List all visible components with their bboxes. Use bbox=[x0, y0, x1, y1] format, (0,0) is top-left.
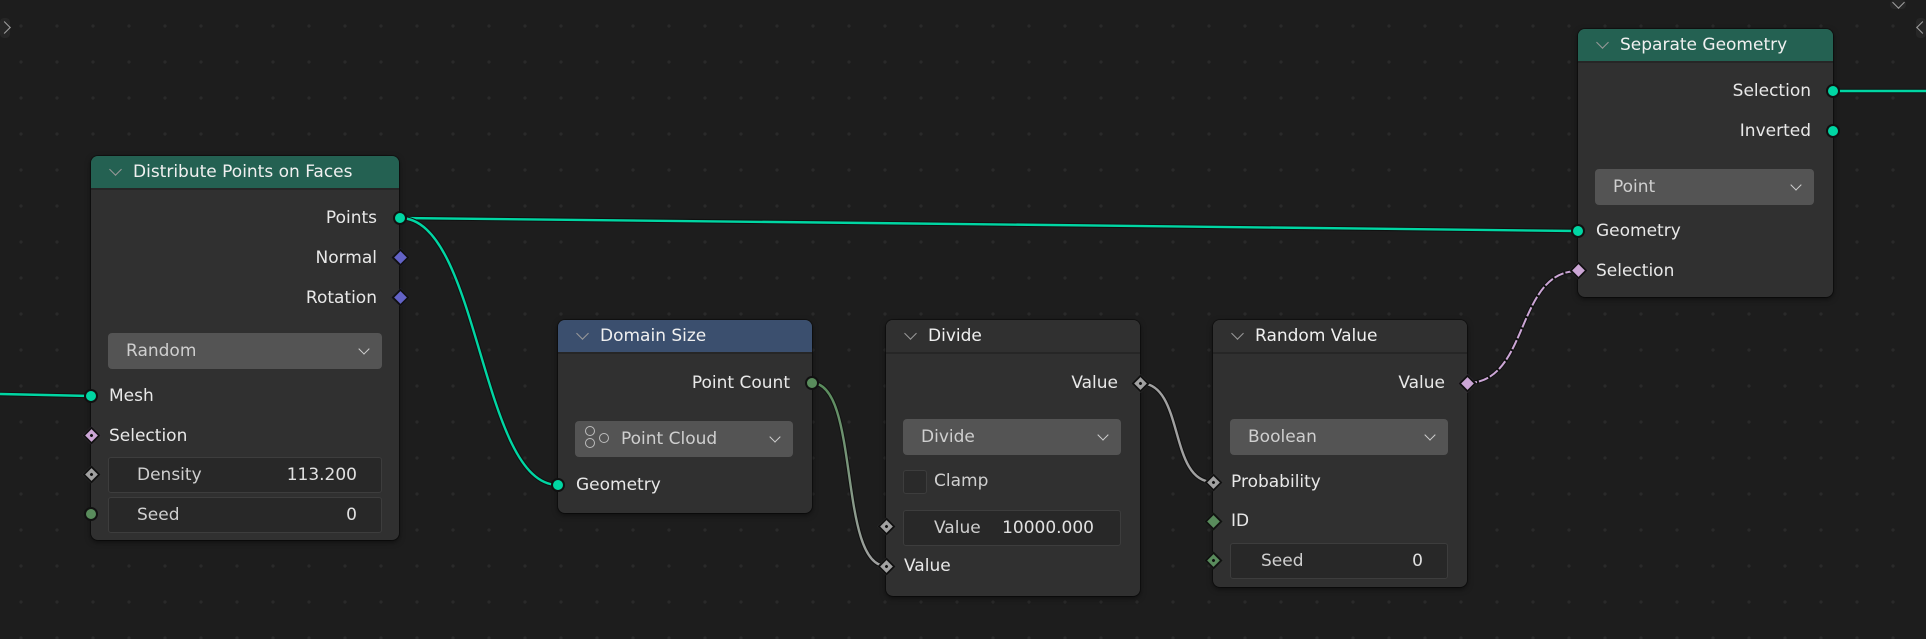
input-id: ID bbox=[1213, 507, 1467, 535]
socket-label: Mesh bbox=[109, 386, 154, 406]
node-header[interactable]: Domain Size bbox=[558, 320, 812, 354]
node-domain-size[interactable]: Domain Size Point Count Point Cloud Geom… bbox=[558, 320, 812, 513]
socket-mesh-in[interactable] bbox=[84, 389, 98, 403]
link-divide-to-probability-inner bbox=[1139, 381, 1214, 484]
socket-label: Value bbox=[1398, 373, 1445, 393]
socket-geometry-in[interactable] bbox=[1571, 224, 1585, 238]
node-title: Distribute Points on Faces bbox=[133, 162, 353, 182]
socket-geometry-in[interactable] bbox=[551, 478, 565, 492]
component-dropdown[interactable]: Point Cloud bbox=[575, 421, 793, 457]
value-field[interactable]: Value 10000.000 bbox=[903, 510, 1121, 546]
point-cloud-icon bbox=[583, 426, 613, 452]
link-points-to-separate-geometry-inner bbox=[399, 216, 1579, 233]
output-inverted: Inverted bbox=[1578, 117, 1833, 145]
socket-label: Selection bbox=[1596, 261, 1675, 281]
operation-dropdown[interactable]: Divide bbox=[903, 419, 1121, 455]
node-title: Domain Size bbox=[600, 326, 707, 346]
field-value: 0 bbox=[346, 505, 357, 525]
socket-label: Geometry bbox=[1596, 221, 1681, 241]
output-point-count: Point Count bbox=[558, 369, 812, 397]
collapse-chevron-icon[interactable] bbox=[904, 329, 918, 343]
socket-point-count-out[interactable] bbox=[805, 376, 819, 390]
socket-label: Point Count bbox=[691, 373, 790, 393]
seed-field[interactable]: Seed 0 bbox=[1230, 543, 1448, 579]
socket-label: Value bbox=[1071, 373, 1118, 393]
dropdown-value: Point bbox=[1613, 177, 1656, 197]
socket-label: Geometry bbox=[576, 475, 661, 495]
socket-label: Inverted bbox=[1739, 121, 1811, 141]
output-points: Points bbox=[91, 204, 399, 232]
field-label: Seed bbox=[1261, 551, 1304, 571]
input-selection: Selection bbox=[91, 422, 399, 450]
node-header[interactable]: Separate Geometry bbox=[1578, 29, 1833, 63]
dropdown-value: Point Cloud bbox=[621, 429, 718, 449]
chevron-down-icon bbox=[1424, 429, 1436, 441]
socket-label: Selection bbox=[1732, 81, 1811, 101]
node-random-value[interactable]: Random Value Value Boolean Probability I… bbox=[1213, 320, 1467, 587]
field-label: Value bbox=[934, 518, 981, 538]
dropdown-value: Boolean bbox=[1248, 427, 1317, 447]
chevron-down-icon bbox=[358, 343, 370, 355]
domain-dropdown[interactable]: Point bbox=[1595, 169, 1814, 205]
field-value: 113.200 bbox=[286, 465, 357, 485]
socket-label: Value bbox=[904, 556, 951, 576]
socket-label: ID bbox=[1231, 511, 1250, 531]
node-title: Random Value bbox=[1255, 326, 1378, 346]
socket-seed-in[interactable] bbox=[84, 507, 98, 521]
node-header[interactable]: Random Value bbox=[1213, 320, 1467, 354]
dropdown-value: Divide bbox=[921, 427, 975, 447]
node-distribute-points-on-faces[interactable]: Distribute Points on Faces Points Normal… bbox=[91, 156, 399, 540]
node-divide[interactable]: Divide Value Divide Clamp Value 10000.00… bbox=[886, 320, 1140, 596]
socket-label: Normal bbox=[315, 248, 377, 268]
output-normal: Normal bbox=[91, 244, 399, 272]
field-label: Seed bbox=[137, 505, 180, 525]
field-value: 10000.000 bbox=[1002, 518, 1094, 538]
link-random-to-selection-inner bbox=[1466, 270, 1579, 384]
socket-selection-out[interactable] bbox=[1826, 84, 1840, 98]
collapse-chevron-icon[interactable] bbox=[1596, 38, 1610, 52]
collapse-chevron-icon[interactable] bbox=[576, 329, 590, 343]
socket-inverted-out[interactable] bbox=[1826, 124, 1840, 138]
field-label: Density bbox=[137, 465, 202, 485]
data-type-dropdown[interactable]: Boolean bbox=[1230, 419, 1448, 455]
dropdown-value: Random bbox=[126, 341, 197, 361]
collapse-chevron-icon[interactable] bbox=[1231, 329, 1245, 343]
socket-label: Rotation bbox=[305, 288, 377, 308]
node-header[interactable]: Divide bbox=[886, 320, 1140, 354]
input-selection: Selection bbox=[1578, 257, 1833, 285]
node-header[interactable]: Distribute Points on Faces bbox=[91, 156, 399, 190]
input-geometry: Geometry bbox=[558, 471, 812, 499]
output-value: Value bbox=[1213, 369, 1467, 397]
chevron-down-icon bbox=[769, 431, 781, 443]
seed-field[interactable]: Seed 0 bbox=[108, 497, 382, 533]
node-title: Divide bbox=[928, 326, 982, 346]
collapse-chevron-icon[interactable] bbox=[109, 165, 123, 179]
output-rotation: Rotation bbox=[91, 284, 399, 312]
field-value: 0 bbox=[1412, 551, 1423, 571]
output-value: Value bbox=[886, 369, 1140, 397]
distribute-method-dropdown[interactable]: Random bbox=[108, 333, 382, 369]
density-field[interactable]: Density 113.200 bbox=[108, 457, 382, 493]
link-pointcount-to-divide-inner bbox=[811, 381, 887, 568]
input-value-2: Value bbox=[886, 552, 1140, 580]
node-separate-geometry[interactable]: Separate Geometry Selection Inverted Poi… bbox=[1578, 29, 1833, 297]
socket-points-out[interactable] bbox=[393, 211, 407, 225]
input-probability: Probability bbox=[1213, 468, 1467, 496]
output-selection: Selection bbox=[1578, 77, 1833, 105]
clamp-checkbox[interactable] bbox=[903, 470, 927, 494]
node-title: Separate Geometry bbox=[1620, 35, 1788, 55]
socket-label: Points bbox=[325, 208, 377, 228]
socket-label: Selection bbox=[109, 426, 188, 446]
clamp-label: Clamp bbox=[934, 471, 989, 491]
link-points-to-domain-geometry-inner bbox=[399, 216, 559, 487]
socket-label: Probability bbox=[1231, 472, 1321, 492]
input-mesh: Mesh bbox=[91, 382, 399, 410]
chevron-down-icon bbox=[1790, 179, 1802, 191]
chevron-down-icon bbox=[1097, 429, 1109, 441]
input-geometry: Geometry bbox=[1578, 217, 1833, 245]
